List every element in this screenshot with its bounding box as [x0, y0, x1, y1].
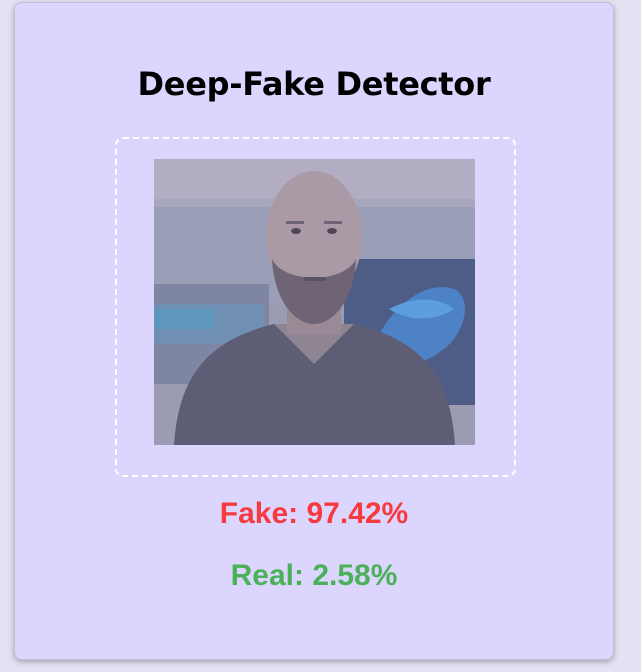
- real-value: 2.58%: [312, 559, 398, 592]
- real-label: Real:: [230, 559, 304, 592]
- detector-card: Deep-Fake Detector Fake: 97.42% Real: 2.…: [14, 2, 614, 660]
- real-probability-result: Real: 2.58%: [15, 559, 613, 593]
- image-drop-zone[interactable]: [115, 137, 516, 477]
- page-title: Deep-Fake Detector: [137, 65, 491, 103]
- fake-label: Fake:: [219, 497, 299, 530]
- fake-value: 97.42%: [306, 497, 409, 530]
- uploaded-image-preview: [154, 159, 475, 445]
- fake-probability-result: Fake: 97.42%: [15, 497, 613, 531]
- face-photo-image: [154, 159, 475, 445]
